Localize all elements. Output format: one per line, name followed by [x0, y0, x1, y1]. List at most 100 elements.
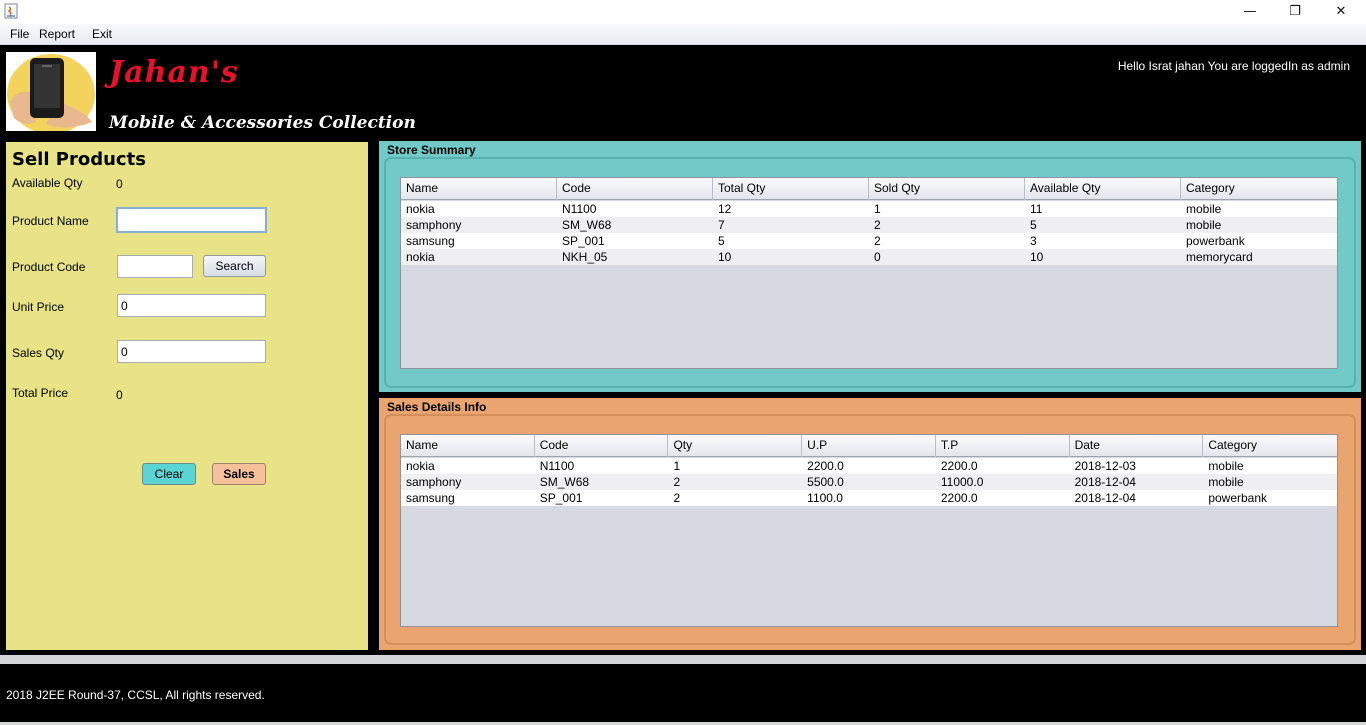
sell-panel-title: Sell Products — [12, 149, 146, 170]
table-cell: SM_W68 — [562, 218, 612, 232]
minimize-icon[interactable]: — — [1227, 0, 1273, 22]
column-header-category[interactable]: Category — [1181, 178, 1337, 200]
table-cell: powerbank — [1186, 234, 1245, 248]
sales-qty-label: Sales Qty — [12, 346, 65, 360]
java-app-icon — [4, 3, 18, 19]
column-header-date[interactable]: Date — [1070, 435, 1204, 457]
sell-products-panel: Sell Products Available Qty 0 Product Na… — [6, 142, 368, 650]
table-cell: 2200.0 — [940, 491, 978, 505]
table-cell: 2018-12-04 — [1074, 491, 1136, 505]
available-qty-label: Available Qty — [12, 176, 83, 190]
brand-subtitle: Mobile & Accessories Collection — [109, 113, 416, 133]
table-cell: 1 — [673, 459, 681, 473]
table-row[interactable]: samphony SM_W68 2 5500.0 11000.0 2018-12-04 mo… — [401, 474, 1337, 490]
table-cell: 2018-12-04 — [1074, 475, 1136, 489]
column-header-qty[interactable]: Qty — [668, 435, 803, 457]
brand-logo — [6, 52, 96, 131]
table-cell: 5 — [718, 234, 725, 248]
product-code-input[interactable] — [117, 255, 193, 278]
search-button[interactable]: Search — [203, 255, 266, 277]
table-cell: samsung — [406, 234, 455, 248]
footer-separator — [0, 655, 1366, 664]
column-header-category[interactable]: Category — [1203, 435, 1337, 457]
table-cell: 5500.0 — [807, 475, 844, 489]
table-body: nokia N1100 1 2200.0 2200.0 2018-12-03 mobile s… — [401, 458, 1337, 506]
table-cell: 2200.0 — [807, 459, 844, 473]
table-cell: SP_001 — [562, 234, 605, 248]
column-header-name[interactable]: Name — [401, 435, 535, 457]
table-cell: samphony — [406, 218, 462, 232]
maximize-icon[interactable]: ❐ — [1272, 0, 1318, 22]
table-body: nokia N1100 12 1 11 mobile samphony SM_W68 7 2 5 mo… — [401, 201, 1337, 265]
table-cell: 2200.0 — [940, 459, 978, 473]
table-row[interactable]: samphony SM_W68 7 2 5 mobile — [401, 217, 1337, 233]
table-cell: memorycard — [1186, 250, 1253, 264]
table-cell: 2018-12-03 — [1074, 459, 1136, 473]
footer: 2018 J2EE Round-37, CCSL, All rights res… — [0, 664, 1366, 722]
table-cell: 1100.0 — [807, 491, 843, 505]
table-row[interactable]: samsung SP_001 2 1100.0 2200.0 2018-12-04 powe… — [401, 490, 1337, 506]
table-row[interactable]: nokia N1100 12 1 11 mobile — [401, 201, 1337, 217]
product-code-label: Product Code — [12, 260, 86, 274]
column-header-unit-price[interactable]: U.P — [802, 435, 936, 457]
table-cell: 7 — [718, 218, 725, 232]
column-header-code[interactable]: Code — [535, 435, 669, 457]
product-name-input[interactable] — [116, 207, 267, 233]
sales-details-table[interactable]: Name Code Qty U.P T.P Date Category noki… — [400, 434, 1338, 627]
column-header-code[interactable]: Code — [557, 178, 713, 200]
table-cell: 5 — [1030, 218, 1037, 232]
column-header-sold-qty[interactable]: Sold Qty — [869, 178, 1025, 200]
table-cell: mobile — [1186, 218, 1222, 232]
table-cell: 1 — [874, 202, 881, 216]
table-cell: nokia — [406, 459, 435, 473]
unit-price-input[interactable] — [117, 294, 266, 317]
close-icon[interactable]: ✕ — [1318, 0, 1364, 22]
menu-file[interactable]: File — [10, 27, 29, 41]
table-row[interactable]: nokia N1100 1 2200.0 2200.0 2018-12-03 mobile — [401, 458, 1337, 474]
table-cell: 11000.0 — [940, 475, 984, 489]
table-cell: 11 — [1030, 202, 1043, 216]
table-row[interactable]: samsung SP_001 5 2 3 powerbank — [401, 233, 1337, 249]
table-cell: powerbank — [1208, 491, 1268, 505]
table-cell: SM_W68 — [539, 475, 590, 489]
store-summary-panel: Store Summary Name Code Total Qty Sold Q… — [379, 141, 1361, 392]
copyright-text: 2018 J2EE Round-37, CCSL, All rights res… — [6, 688, 265, 702]
table-cell: nokia — [406, 250, 435, 264]
column-header-total-price[interactable]: T.P — [936, 435, 1070, 457]
table-header: Name Code Total Qty Sold Qty Available Q… — [401, 178, 1337, 200]
sales-button[interactable]: Sales — [212, 463, 266, 485]
table-cell: mobile — [1208, 475, 1244, 489]
table-cell: 2 — [673, 491, 681, 505]
unit-price-label: Unit Price — [12, 300, 65, 314]
table-cell: 2 — [874, 234, 881, 248]
table-cell: 10 — [1030, 250, 1044, 264]
column-header-name[interactable]: Name — [401, 178, 557, 200]
table-cell: mobile — [1186, 202, 1222, 216]
sales-qty-input[interactable] — [117, 340, 266, 363]
table-cell: 12 — [718, 202, 732, 216]
table-cell: samphony — [406, 475, 462, 489]
table-row[interactable]: nokia NKH_05 10 0 10 memorycard — [401, 249, 1337, 265]
store-summary-title: Store Summary — [387, 143, 476, 157]
table-cell: 2 — [874, 218, 881, 232]
menu-exit[interactable]: Exit — [92, 27, 112, 41]
available-qty-value: 0 — [116, 177, 123, 191]
table-cell: 3 — [1030, 234, 1037, 248]
table-cell: 10 — [718, 250, 732, 264]
table-header: Name Code Qty U.P T.P Date Category — [401, 435, 1337, 457]
title-bar: — ❐ ✕ — [0, 0, 1366, 24]
menu-report[interactable]: Report — [39, 27, 75, 41]
clear-button[interactable]: Clear — [142, 463, 196, 485]
column-header-total-qty[interactable]: Total Qty — [713, 178, 869, 200]
store-summary-table[interactable]: Name Code Total Qty Sold Qty Available Q… — [400, 177, 1338, 369]
table-cell: NKH_05 — [562, 250, 608, 264]
login-greeting: Hello Israt jahan You are loggedIn as ad… — [1117, 59, 1350, 73]
column-header-available-qty[interactable]: Available Qty — [1025, 178, 1181, 200]
table-cell: nokia — [406, 202, 435, 216]
menu-bar: File Report Exit — [0, 24, 1366, 45]
product-name-label: Product Name — [12, 214, 89, 228]
table-cell: 0 — [874, 250, 881, 264]
table-cell: samsung — [406, 491, 455, 505]
total-price-label: Total Price — [12, 386, 69, 400]
sales-details-title: Sales Details Info — [387, 400, 487, 414]
